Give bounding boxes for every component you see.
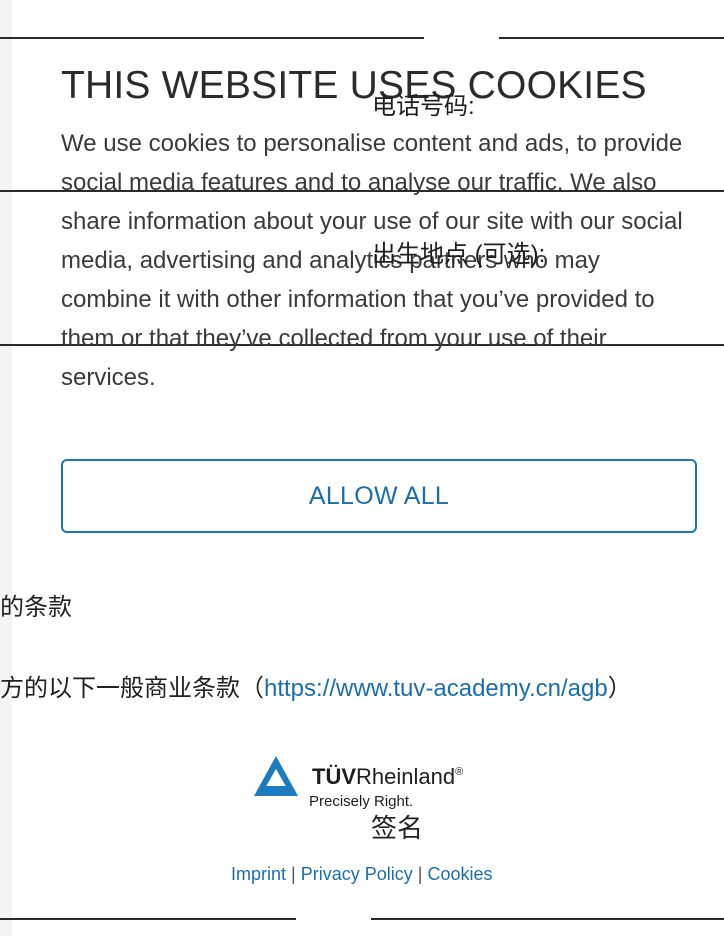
signature-field-underline [371,918,724,920]
terms-link[interactable]: https://www.tuv-academy.cn/agb [264,675,608,702]
form-field-underline [499,37,724,39]
logo-brand-rest: Rheinland [356,764,456,789]
signature-label: 签名 [371,813,424,843]
terms-line-suffix: ） [607,675,632,702]
privacy-policy-link[interactable]: Privacy Policy [301,864,413,884]
footer-separator: | [291,864,296,884]
imprint-link[interactable]: Imprint [231,864,286,884]
terms-line: 方的以下一般商业条款（https://www.tuv-academy.cn/ag… [0,668,632,703]
logo-brand-bold: TÜV [312,764,356,789]
registered-mark: ® [455,766,464,778]
tuv-rheinland-logo: TÜVRheinland® Precisely Right. [252,754,512,814]
cookies-link[interactable]: Cookies [427,864,492,884]
signature-field-underline [0,918,296,920]
footer-separator: | [417,864,423,884]
tuv-triangle-icon [254,756,298,796]
allow-all-button[interactable]: ALLOW ALL [61,459,697,533]
cookie-banner-title: THIS WEBSITE USES COOKIES [61,64,647,107]
form-field-underline [0,37,424,39]
terms-heading: 的条款 [0,594,72,621]
phone-label: 电话号码: [372,93,475,120]
terms-line-prefix: 方的以下一般商业条款（ [0,675,264,702]
birthplace-label: 出生地点 (可选): [372,241,546,268]
footer-links: Imprint | Privacy Policy | Cookies [231,864,493,885]
page-edge-strip [0,0,12,936]
logo-wordmark: TÜVRheinland® [312,764,463,790]
